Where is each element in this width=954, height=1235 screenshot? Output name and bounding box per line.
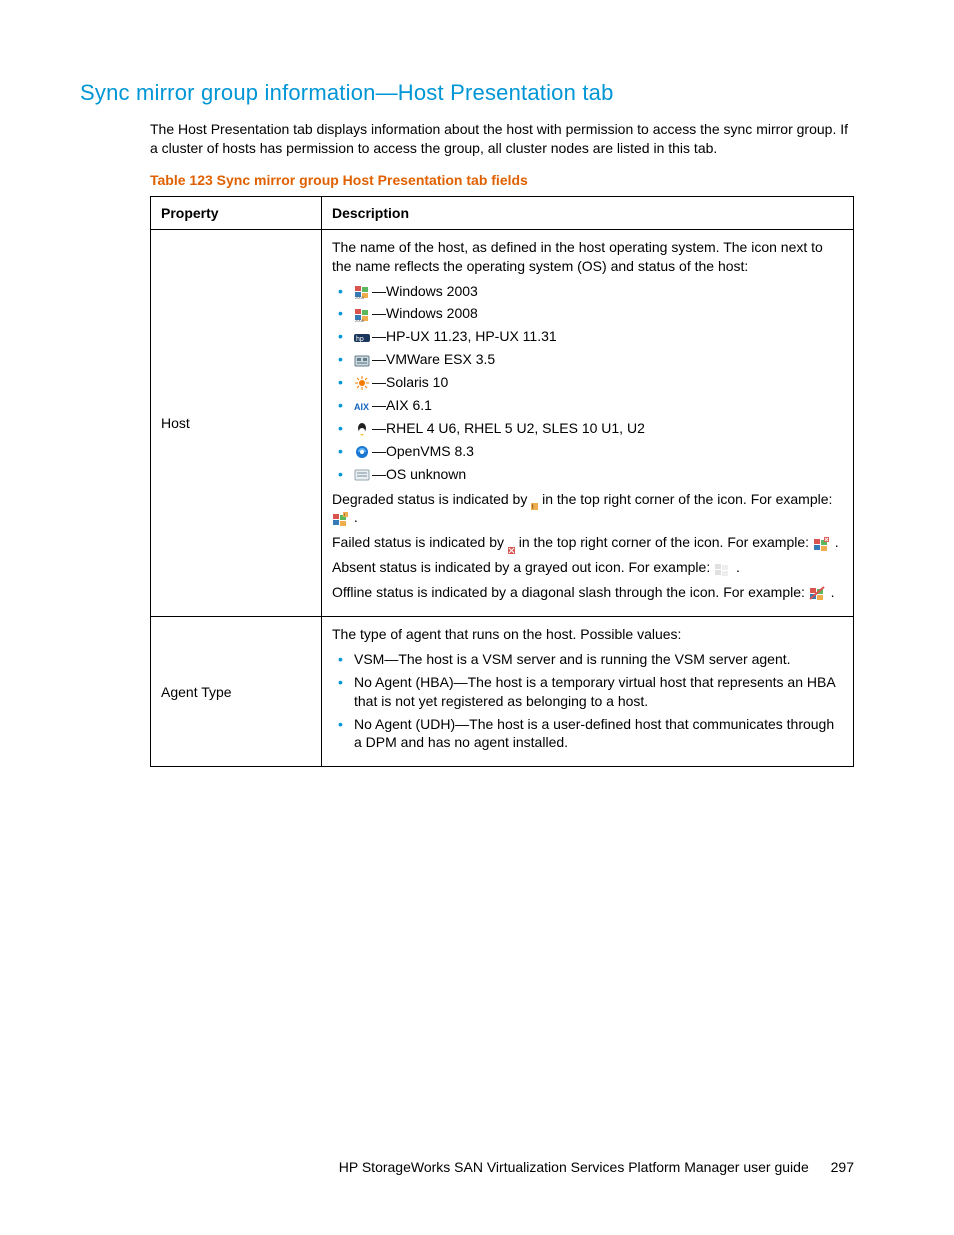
offline-example-icon [809,586,825,600]
list-item: —Solaris 10 [332,373,843,392]
os-label: —OpenVMS 8.3 [372,443,474,459]
description-cell-agent: The type of agent that runs on the host.… [322,617,854,767]
page-footer: HP StorageWorks SAN Virtualization Servi… [0,1159,854,1175]
list-item: No Agent (UDH)—The host is a user-define… [332,715,843,753]
os-unknown-icon [354,468,370,482]
solaris-icon [354,376,370,390]
linux-icon [354,422,370,436]
list-item: 2003 —Windows 2003 [332,282,843,301]
table-header-row: Property Description [151,196,854,229]
degraded-example-icon: ! [332,512,348,526]
list-item: —OpenVMS 8.3 [332,442,843,461]
list-item: hp —HP-UX 11.23, HP-UX 11.31 [332,327,843,346]
status-degraded-text: Degraded status is indicated by ! in the… [332,490,843,528]
absent-example-icon [714,562,730,576]
svg-text:2003: 2003 [355,295,365,299]
table-row: Agent Type The type of agent that runs o… [151,617,854,767]
os-label: —Windows 2003 [372,283,478,299]
os-label: —RHEL 4 U6, RHEL 5 U2, SLES 10 U1, U2 [372,420,645,436]
vmware-icon [354,354,370,368]
section-heading: Sync mirror group information—Host Prese… [80,80,854,106]
table-caption: Table 123 Sync mirror group Host Present… [150,172,854,188]
list-item: No Agent (HBA)—The host is a temporary v… [332,673,843,711]
list-item: AIX —AIX 6.1 [332,396,843,415]
os-list: 2003 —Windows 2003 2008 —Windows 2008 hp… [332,282,843,484]
agent-list: VSM—The host is a VSM server and is runn… [332,650,843,752]
list-item: VSM—The host is a VSM server and is runn… [332,650,843,669]
description-cell-host: The name of the host, as defined in the … [322,229,854,616]
failed-example-icon [813,537,829,551]
list-item: —RHEL 4 U6, RHEL 5 U2, SLES 10 U1, U2 [332,419,843,438]
os-label: —Solaris 10 [372,374,448,390]
hpux-icon: hp [354,331,370,345]
page-number: 297 [831,1159,854,1175]
svg-text:2008: 2008 [355,318,365,322]
status-absent-text: Absent status is indicated by a grayed o… [332,558,843,577]
os-label: —Windows 2008 [372,305,478,321]
col-property: Property [151,196,322,229]
openvms-icon [354,445,370,459]
host-presentation-table: Property Description Host The name of th… [150,196,854,768]
os-label: —HP-UX 11.23, HP-UX 11.31 [372,328,557,344]
svg-text:hp: hp [356,336,364,343]
os-label: —OS unknown [372,466,466,482]
property-cell-host: Host [151,229,322,616]
failed-indicator-icon [508,540,515,547]
property-cell-agent: Agent Type [151,617,322,767]
status-offline-text: Offline status is indicated by a diagona… [332,583,843,602]
svg-text:AIX: AIX [354,402,369,412]
list-item: —OS unknown [332,465,843,484]
footer-title: HP StorageWorks SAN Virtualization Servi… [339,1159,809,1175]
aix-icon: AIX [354,399,370,413]
windows-2003-icon: 2003 [354,285,370,299]
agent-lead-text: The type of agent that runs on the host.… [332,625,843,644]
windows-2008-icon: 2008 [354,308,370,322]
os-label: —AIX 6.1 [372,397,432,413]
host-lead-text: The name of the host, as defined in the … [332,238,843,276]
status-failed-text: Failed status is indicated by in the top… [332,533,843,552]
os-label: —VMWare ESX 3.5 [372,351,495,367]
svg-text:!: ! [344,512,345,517]
degraded-indicator-icon: ! [531,496,538,503]
intro-paragraph: The Host Presentation tab displays infor… [150,120,854,158]
list-item: —VMWare ESX 3.5 [332,350,843,369]
document-page: Sync mirror group information—Host Prese… [0,0,954,1235]
table-row: Host The name of the host, as defined in… [151,229,854,616]
col-description: Description [322,196,854,229]
list-item: 2008 —Windows 2008 [332,304,843,323]
